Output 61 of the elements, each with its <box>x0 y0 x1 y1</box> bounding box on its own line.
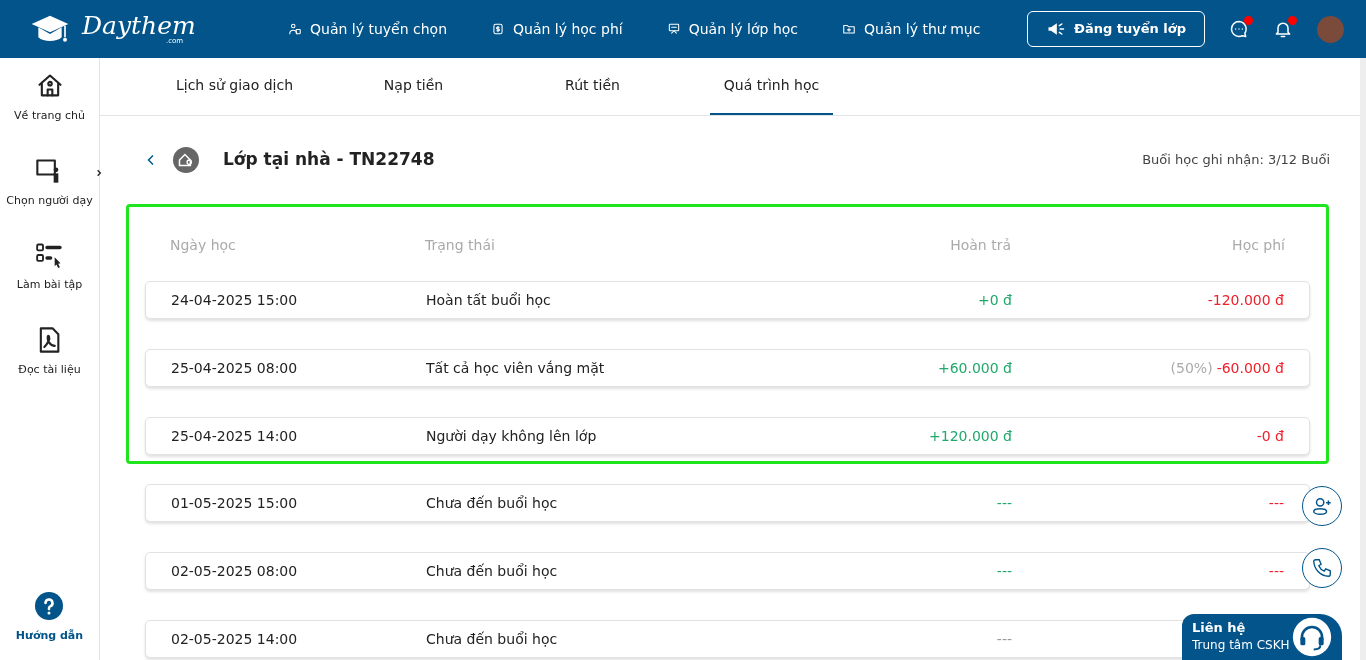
chat-icon[interactable] <box>1229 19 1249 39</box>
headset-icon <box>1292 617 1332 657</box>
refund-amount: +60.000 đ <box>937 359 1012 376</box>
help-label[interactable]: Hướng dẫn <box>15 627 84 644</box>
phone-icon <box>1311 557 1333 579</box>
add-user-button[interactable] <box>1302 486 1342 526</box>
date-cell-text: 02-05-2025 08:00 <box>170 561 299 581</box>
column-header: Hoàn trả <box>949 235 1011 255</box>
status-cell-text: Chưa đến buổi học <box>426 629 559 649</box>
phone-button[interactable] <box>1302 548 1342 588</box>
quiz-cursor-icon <box>35 241 64 269</box>
refund-amount: +120.000 đ <box>929 427 1012 444</box>
nav-menu-link[interactable]: Quản lý học phí <box>491 18 623 40</box>
refund-amount: +0 đ <box>978 291 1012 308</box>
sidebar-item[interactable]: Về trang chủ <box>14 72 85 125</box>
refund-amount: --- <box>996 630 1012 647</box>
folder-add-icon <box>842 22 857 36</box>
fee-amount: --- <box>1268 562 1284 579</box>
contact-title: Liên hệ <box>1192 620 1247 638</box>
fee-amount: -120.000 đ <box>1207 291 1284 308</box>
status-cell-text: Chưa đến buổi học <box>426 493 559 513</box>
column-header: Ngày học <box>169 235 237 255</box>
contact-subtitle: Trung tâm CSKH <box>1192 637 1291 654</box>
status-cell-text: Hoàn tất buổi học <box>426 290 552 310</box>
dollar-icon <box>491 22 505 36</box>
status-cell-text: Chưa đến buổi học <box>426 561 559 581</box>
fee-amount: --- <box>1268 494 1284 511</box>
column-header: Trạng thái <box>425 235 496 255</box>
date-cell-text: 24-04-2025 15:00 <box>170 290 299 310</box>
fee-percent: (50%) <box>1170 359 1213 376</box>
post-class-button[interactable]: Đăng tuyển lớp <box>1027 11 1205 47</box>
tab[interactable]: Nạp tiền <box>369 58 458 115</box>
tab[interactable]: Lịch sử giao dịch <box>161 58 307 115</box>
sidebar-item[interactable]: Đọc tài liệu <box>18 325 81 378</box>
scrollbar[interactable] <box>1360 58 1366 660</box>
contact-widget[interactable]: Liên hệ Trung tâm CSKH <box>1182 614 1342 660</box>
column-header: Học phí <box>1231 235 1286 255</box>
date-cell-text: 25-04-2025 14:00 <box>170 426 299 446</box>
add-user-icon <box>1311 495 1333 517</box>
date-cell-text: 01-05-2025 15:00 <box>170 493 299 513</box>
help-icon[interactable] <box>35 591 64 620</box>
people-icon <box>288 22 302 36</box>
date-cell-text: 25-04-2025 08:00 <box>170 358 299 378</box>
status-cell-text: Tất cả học viên vắng mặt <box>426 358 606 378</box>
status-cell-text: Người dạy không lên lớp <box>426 426 598 446</box>
fee-amount: -0 đ <box>1256 427 1284 444</box>
refund-amount: --- <box>996 494 1012 511</box>
sidebar-item[interactable]: Làm bài tập <box>16 241 83 294</box>
nav-menu-link[interactable]: Quản lý thư mục <box>842 18 981 40</box>
nav-menu-link[interactable]: Quản lý lớp học <box>666 18 799 40</box>
nav-menu-link[interactable]: Quản lý tuyển chọn <box>288 18 447 40</box>
home-class-icon <box>173 147 199 173</box>
refund-amount: --- <box>996 562 1012 579</box>
sessions-recorded: Buổi học ghi nhận: 3/12 Buổi <box>1142 151 1330 170</box>
tab[interactable]: Quá trình học <box>709 58 834 115</box>
sidebar-item[interactable]: Chọn người dạy <box>6 156 93 209</box>
fee-amount: -60.000 đ <box>1216 359 1284 376</box>
tab[interactable]: Rút tiền <box>551 58 634 115</box>
class-title: Lớp tại nhà - TN22748 <box>223 148 435 172</box>
date-cell-text: 02-05-2025 14:00 <box>170 629 299 649</box>
presentation-board-icon <box>666 22 681 36</box>
